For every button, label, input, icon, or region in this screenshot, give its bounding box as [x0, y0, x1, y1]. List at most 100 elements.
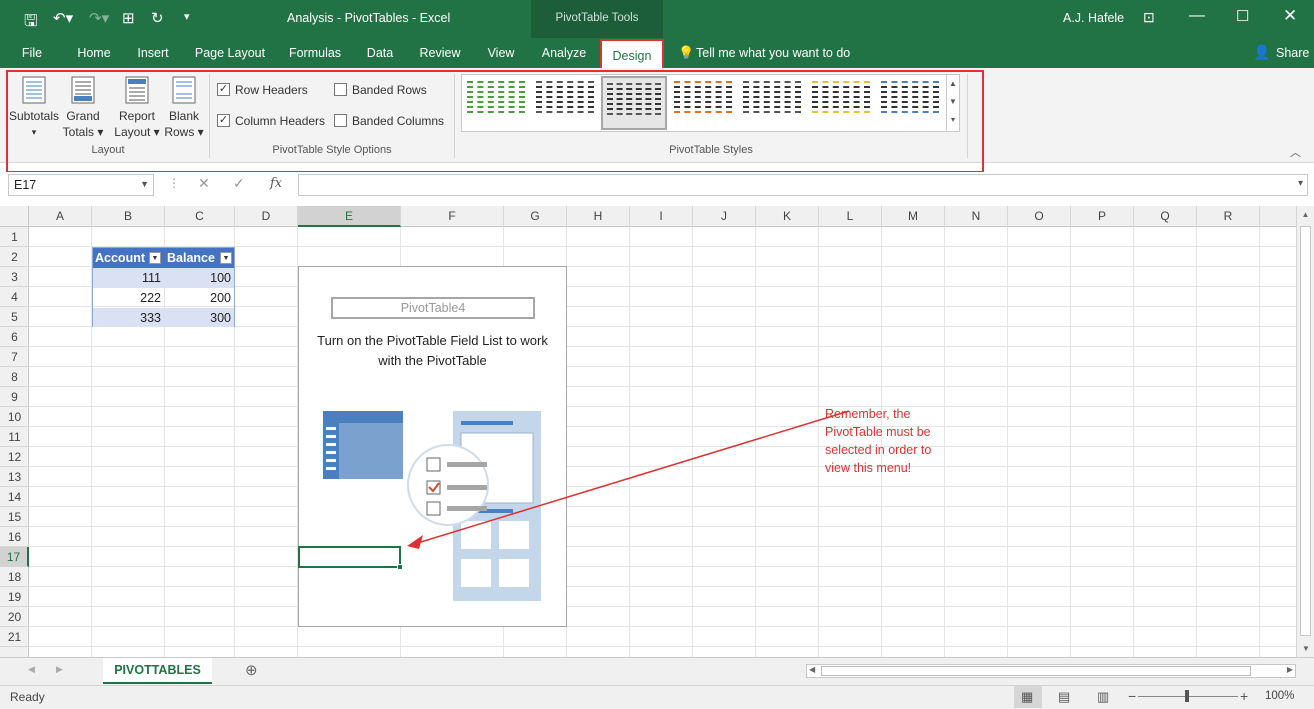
vertical-scrollbar[interactable]: ▲ ▼ [1296, 206, 1314, 657]
maximize-icon[interactable]: ☐ [1236, 7, 1249, 25]
column-header-e[interactable]: E [298, 206, 401, 227]
expand-formula-icon[interactable]: ▾ [1298, 178, 1303, 189]
column-header-k[interactable]: K [756, 206, 819, 227]
zoom-out-icon[interactable]: − [1128, 688, 1136, 704]
pivot-style-swatch[interactable] [463, 76, 529, 130]
zoom-slider-thumb[interactable] [1185, 690, 1189, 702]
row-header-3[interactable]: 3 [0, 267, 29, 287]
filter-dropdown-icon[interactable]: ▼ [149, 252, 161, 264]
select-all-corner[interactable] [0, 206, 29, 227]
next-sheet-icon[interactable]: ▶ [56, 664, 63, 675]
row-header-9[interactable]: 9 [0, 387, 29, 407]
tab-insert[interactable]: Insert [130, 38, 176, 68]
table-cell[interactable]: 111 [93, 268, 163, 288]
zoom-level[interactable]: 100% [1265, 690, 1294, 702]
cancel-icon[interactable]: ✕ [198, 175, 210, 192]
active-cell[interactable] [298, 546, 403, 570]
tab-data[interactable]: Data [360, 38, 400, 68]
scroll-left-icon[interactable]: ◀ [809, 665, 815, 674]
column-header-f[interactable]: F [401, 206, 504, 227]
row-header-5[interactable]: 5 [0, 307, 29, 327]
row-header-11[interactable]: 11 [0, 427, 29, 447]
fill-handle[interactable] [397, 564, 403, 570]
function-icon[interactable]: fx [270, 176, 282, 191]
page-break-view-icon[interactable]: ▥ [1097, 689, 1109, 705]
row-header-13[interactable]: 13 [0, 467, 29, 487]
column-header-i[interactable]: I [630, 206, 693, 227]
header-balance[interactable]: Balance [167, 248, 215, 268]
column-header-l[interactable]: L [819, 206, 882, 227]
user-name[interactable]: A.J. Hafele [1063, 11, 1124, 25]
row-header-6[interactable]: 6 [0, 327, 29, 347]
column-header-n[interactable]: N [945, 206, 1008, 227]
formula-input[interactable]: ▾ [298, 174, 1308, 196]
sheet-tab-pivottables[interactable]: PIVOTTABLES [103, 658, 212, 684]
row-header-21[interactable]: 21 [0, 627, 29, 647]
minimize-icon[interactable]: — [1189, 7, 1205, 25]
name-box[interactable]: E17 ▼ [8, 174, 154, 196]
save-icon[interactable]: 🖫 [24, 10, 38, 37]
column-header-d[interactable]: D [235, 206, 298, 227]
scroll-right-icon[interactable]: ▶ [1287, 665, 1293, 674]
column-header-o[interactable]: O [1008, 206, 1071, 227]
enter-icon[interactable]: ✓ [233, 175, 245, 192]
pivot-style-swatch[interactable] [670, 76, 736, 130]
table-cell[interactable]: 100 [163, 268, 233, 288]
row-header-7[interactable]: 7 [0, 347, 29, 367]
pivot-style-swatch[interactable] [601, 76, 667, 130]
column-header-q[interactable]: Q [1134, 206, 1197, 227]
table-cell[interactable]: 300 [163, 308, 233, 328]
customize-qat-icon[interactable]: ▾ [184, 10, 190, 23]
column-header-m[interactable]: M [882, 206, 945, 227]
pivot-style-swatch[interactable] [877, 76, 943, 130]
pivot-style-swatch[interactable] [532, 76, 598, 130]
refresh-icon[interactable]: ↻ [151, 9, 164, 27]
zoom-in-icon[interactable]: + [1240, 688, 1248, 704]
row-header-2[interactable]: 2 [0, 247, 29, 267]
column-header-g[interactable]: G [504, 206, 567, 227]
new-sheet-icon[interactable]: ⊕ [245, 661, 258, 679]
worksheet-grid[interactable]: Account ▼ Balance ▼ 111 100 222 200 333 … [29, 227, 1296, 657]
row-header-19[interactable]: 19 [0, 587, 29, 607]
close-icon[interactable]: ✕ [1283, 6, 1297, 26]
filter-dropdown-icon[interactable]: ▼ [220, 252, 232, 264]
column-header-p[interactable]: P [1071, 206, 1134, 227]
chevron-down-icon[interactable]: ▼ [140, 179, 149, 189]
ribbon-display-icon[interactable]: ⊡ [1143, 9, 1155, 26]
tab-file[interactable]: File [12, 38, 52, 68]
tab-formulas[interactable]: Formulas [282, 38, 348, 68]
row-header-1[interactable]: 1 [0, 227, 29, 247]
column-header-h[interactable]: H [567, 206, 630, 227]
table-cell[interactable]: 333 [93, 308, 163, 328]
tab-review[interactable]: Review [412, 38, 468, 68]
h-scroll-thumb[interactable] [821, 666, 1251, 676]
pivot-quick-icon[interactable]: ⊞ [122, 9, 135, 27]
table-cell[interactable]: 200 [163, 288, 233, 308]
row-header-18[interactable]: 18 [0, 567, 29, 587]
row-header-4[interactable]: 4 [0, 287, 29, 307]
tab-page-layout[interactable]: Page Layout [190, 38, 270, 68]
column-header-a[interactable]: A [29, 206, 92, 227]
horizontal-scrollbar[interactable]: ◀ ▶ [806, 664, 1296, 678]
table-cell[interactable]: 222 [93, 288, 163, 308]
scroll-thumb[interactable] [1300, 226, 1311, 636]
page-layout-view-icon[interactable]: ▤ [1058, 689, 1070, 705]
tab-view[interactable]: View [480, 38, 522, 68]
pivot-style-swatch[interactable] [739, 76, 805, 130]
tab-analyze[interactable]: Analyze [534, 38, 594, 68]
tell-me-input[interactable]: Tell me what you want to do [696, 46, 850, 60]
row-header-16[interactable]: 16 [0, 527, 29, 547]
collapse-ribbon-icon[interactable]: ︿ [1290, 144, 1301, 160]
column-header-j[interactable]: J [693, 206, 756, 227]
row-header-8[interactable]: 8 [0, 367, 29, 387]
prev-sheet-icon[interactable]: ◀ [28, 664, 35, 675]
column-header-c[interactable]: C [165, 206, 235, 227]
tab-home[interactable]: Home [70, 38, 118, 68]
normal-view-icon[interactable]: ▦ [1021, 689, 1033, 705]
column-header-b[interactable]: B [92, 206, 165, 227]
tab-design[interactable]: Design [600, 39, 664, 68]
row-header-10[interactable]: 10 [0, 407, 29, 427]
row-header-15[interactable]: 15 [0, 507, 29, 527]
undo-icon[interactable]: ↶▾ [53, 9, 73, 27]
header-account[interactable]: Account [95, 248, 145, 268]
